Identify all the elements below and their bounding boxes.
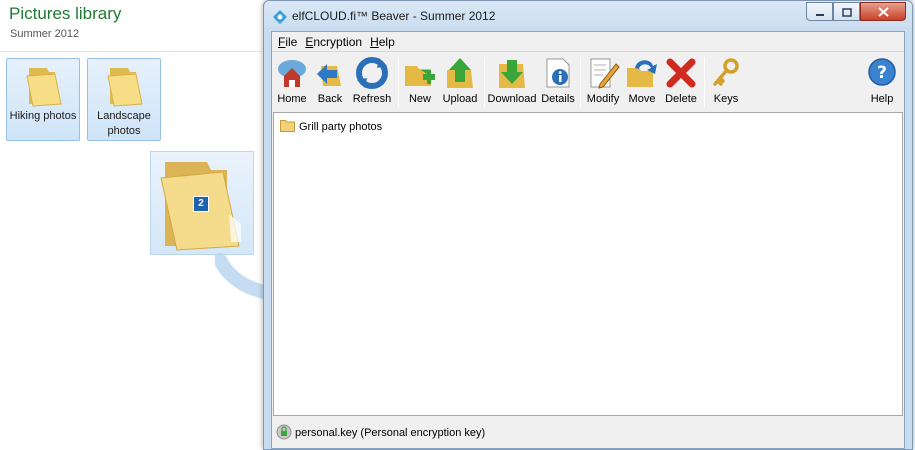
menu-label: elp xyxy=(378,34,395,49)
toolbar-separator xyxy=(580,57,581,107)
app-window: elfCLOUD.fi™ Beaver - Summer 2012 File E… xyxy=(263,0,913,450)
list-item[interactable]: Grill party photos xyxy=(280,119,382,135)
download-button[interactable]: Download xyxy=(486,55,538,109)
toolbar-label: Move xyxy=(628,93,656,105)
toolbar-label: Delete xyxy=(665,93,697,105)
modify-icon xyxy=(586,56,620,90)
toolbar-label: Details xyxy=(541,93,575,105)
close-icon xyxy=(877,2,889,21)
refresh-button[interactable]: Refresh xyxy=(350,55,394,109)
upload-icon xyxy=(443,56,477,90)
minimize-icon xyxy=(815,2,825,21)
list-item-name: Grill party photos xyxy=(299,121,383,133)
folder-tile-label: Landscape photos xyxy=(97,110,151,137)
drag-count-badge: 2 xyxy=(193,196,209,212)
toolbar-separator xyxy=(704,57,705,107)
delete-button[interactable]: Delete xyxy=(662,55,700,109)
toolbar-label: Home xyxy=(277,93,307,105)
status-text: personal.key (Personal encryption key) xyxy=(295,427,486,439)
menu-encryption[interactable]: Encryption xyxy=(301,35,366,49)
toolbar-separator xyxy=(484,57,485,107)
keys-button[interactable]: Keys xyxy=(708,55,744,109)
toolbar-label: Keys xyxy=(713,93,739,105)
minimize-button[interactable] xyxy=(806,2,833,21)
key-lock-icon xyxy=(276,424,295,443)
toolbar-label: New xyxy=(408,93,431,105)
menu-help[interactable]: Help xyxy=(366,35,399,49)
menu-label: ile xyxy=(285,34,298,49)
svg-text:?: ? xyxy=(877,63,887,83)
toolbar-label: Help xyxy=(870,93,894,105)
close-button[interactable] xyxy=(860,2,906,21)
help-icon: ? xyxy=(865,56,899,90)
library-subtitle: Summer 2012 xyxy=(10,28,80,40)
toolbar-label: Back xyxy=(317,93,343,105)
file-list[interactable]: Grill party photos xyxy=(273,112,903,416)
maximize-icon xyxy=(841,2,852,21)
menu-accel: H xyxy=(370,34,379,49)
status-bar: personal.key (Personal encryption key) xyxy=(272,418,904,448)
menu-file[interactable]: File xyxy=(274,35,301,49)
new-folder-icon xyxy=(403,56,437,90)
maximize-button[interactable] xyxy=(833,2,860,21)
toolbar-label: Upload xyxy=(442,93,478,105)
key-icon xyxy=(709,56,743,90)
move-icon xyxy=(625,56,659,90)
toolbar: Home Back Refresh New Upload Download De… xyxy=(272,53,904,111)
window-title: elfCLOUD.fi™ Beaver - Summer 2012 xyxy=(292,9,496,23)
title-bar[interactable]: elfCLOUD.fi™ Beaver - Summer 2012 xyxy=(264,1,912,31)
folder-tile-hiking[interactable]: Hiking photos xyxy=(6,58,80,141)
menu-label: ncryption xyxy=(313,34,363,49)
details-button[interactable]: Details xyxy=(540,55,576,109)
back-icon xyxy=(313,56,347,90)
download-icon xyxy=(495,56,529,90)
back-button[interactable]: Back xyxy=(312,55,348,109)
details-icon xyxy=(541,56,575,90)
home-cloud-icon xyxy=(275,56,309,90)
upload-button[interactable]: Upload xyxy=(440,55,480,109)
toolbar-label: Refresh xyxy=(352,93,392,105)
folder-icon xyxy=(280,119,299,135)
toolbar-label: Modify xyxy=(586,93,620,105)
help-button[interactable]: ? Help xyxy=(864,55,900,109)
modify-button[interactable]: Modify xyxy=(584,55,622,109)
folder-tile-label: Hiking photos xyxy=(9,110,77,122)
folder-icon xyxy=(25,64,63,112)
move-button[interactable]: Move xyxy=(624,55,660,109)
client-area: File Encryption Help Home Back Refresh N… xyxy=(271,31,905,449)
folder-tile-landscape[interactable]: Landscape photos xyxy=(87,58,161,141)
new-button[interactable]: New xyxy=(402,55,438,109)
menu-bar: File Encryption Help xyxy=(272,32,904,52)
home-button[interactable]: Home xyxy=(274,55,310,109)
toolbar-label: Download xyxy=(487,93,537,105)
refresh-icon xyxy=(355,56,389,90)
elfcloud-logo-icon xyxy=(273,9,287,28)
library-title: Pictures library xyxy=(9,4,122,23)
divider xyxy=(0,51,262,52)
desktop: Pictures library Summer 2012 Hiking phot… xyxy=(0,0,915,450)
toolbar-separator xyxy=(398,57,399,107)
delete-icon xyxy=(664,56,698,90)
folder-icon xyxy=(106,64,144,112)
